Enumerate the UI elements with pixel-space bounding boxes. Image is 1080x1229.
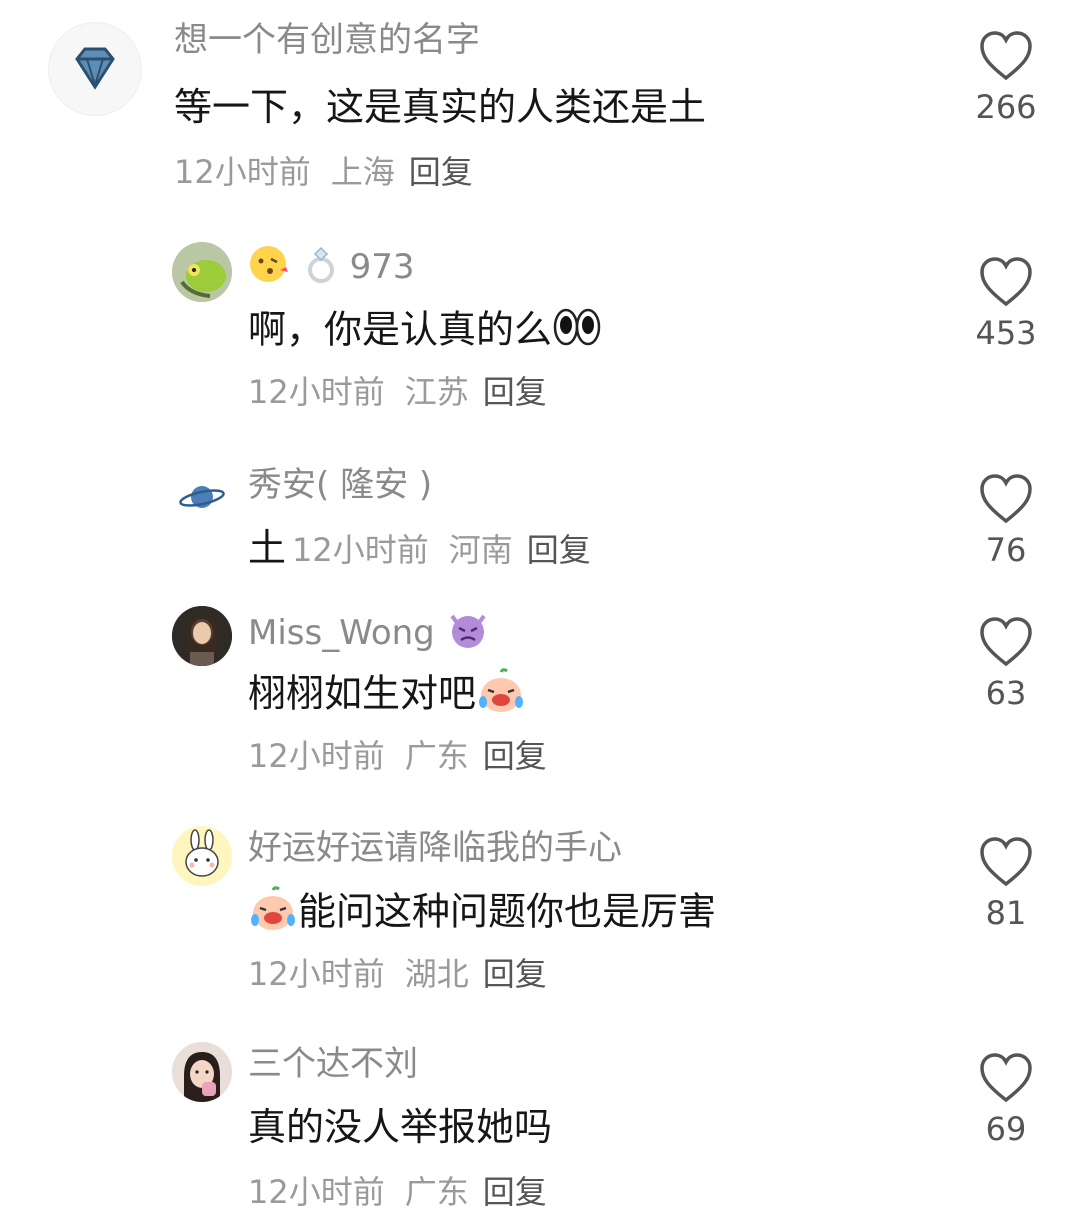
comment-time: 12小时前	[292, 531, 429, 569]
like-count: 453	[975, 314, 1037, 352]
girl-avatar	[172, 1042, 232, 1102]
comment-item: 好运好运请降临我的手心 能问这种问题你也是厉害 12小时前 湖北 回复 81	[0, 820, 1080, 1010]
comment-text-row: 土 12小时前 河南 回复	[248, 525, 591, 571]
comment-item: 想一个有创意的名字 等一下，这是真实的人类还是土 12小时前 上海 回复 266	[0, 0, 1080, 200]
heart-icon	[980, 31, 1032, 81]
comment-item: 三个达不刘 真的没人举报她吗 12小时前 广东 回复 69	[0, 1036, 1080, 1229]
planet-icon	[179, 486, 225, 508]
comment-item: Miss_Wong 栩栩如生对吧 12小时前 广东 回复 63	[0, 600, 1080, 790]
comment-time: 12小时前	[248, 1173, 385, 1211]
avatar[interactable]	[172, 465, 232, 525]
comment-time: 12小时前	[174, 153, 311, 191]
avatar[interactable]	[172, 826, 232, 886]
comment-text-content: 栩栩如生对吧	[248, 671, 477, 716]
comment-item: 秀安( 隆安 ) 土 12小时前 河南 回复 76	[0, 455, 1080, 585]
avatar[interactable]	[48, 22, 142, 116]
like-count: 63	[985, 674, 1027, 712]
like-button[interactable]: 63	[970, 616, 1042, 712]
avatar[interactable]	[172, 1042, 232, 1102]
comment-meta: 12小时前 广东 回复	[248, 736, 547, 776]
comment-username[interactable]: 三个达不刘	[248, 1044, 418, 1084]
comment-username[interactable]: Miss_Wong	[248, 610, 490, 659]
comment-item: 973 啊，你是认真的么 12小时前 江苏 回复 453	[0, 230, 1080, 420]
comment-meta: 12小时前 广东 回复	[248, 1172, 547, 1212]
heart-icon	[980, 257, 1032, 307]
ring-emoji	[303, 244, 339, 293]
reply-button[interactable]: 回复	[527, 531, 591, 569]
comment-text: 土	[248, 526, 287, 570]
heart-icon	[980, 617, 1032, 667]
crying-laughing-emoji	[476, 668, 526, 724]
crying-laughing-emoji	[248, 886, 298, 942]
reply-button[interactable]: 回复	[409, 153, 473, 191]
comment-text-content: 啊，你是认真的么	[248, 307, 553, 352]
comment-text: 能问这种问题你也是厉害	[248, 886, 716, 942]
comment-location: 江苏	[404, 373, 469, 411]
comment-time: 12小时前	[248, 373, 385, 411]
comment-username[interactable]: 973	[248, 244, 415, 293]
angry-devil-emoji	[446, 610, 490, 659]
comment-text: 啊，你是认真的么	[248, 306, 602, 358]
comment-location: 广东	[404, 1173, 469, 1211]
comment-text-content: 能问这种问题你也是厉害	[298, 889, 717, 934]
like-count: 81	[985, 894, 1027, 932]
reply-button[interactable]: 回复	[483, 737, 547, 775]
like-count: 266	[975, 88, 1037, 126]
avatar[interactable]	[172, 242, 232, 302]
like-button[interactable]: 69	[970, 1052, 1042, 1148]
comment-location: 湖北	[404, 955, 469, 993]
comment-text: 真的没人举报她吗	[248, 1105, 553, 1149]
diamond-icon	[75, 47, 115, 90]
reply-button[interactable]: 回复	[483, 955, 547, 993]
comment-location: 河南	[448, 531, 513, 569]
like-button[interactable]: 76	[970, 473, 1042, 569]
heart-icon	[980, 837, 1032, 887]
like-count: 69	[985, 1110, 1027, 1148]
comment-meta: 12小时前 湖北 回复	[248, 954, 547, 994]
kissing-face-emoji	[248, 244, 292, 293]
comment-location: 上海	[330, 153, 395, 191]
bunny-avatar	[172, 826, 232, 886]
heart-icon	[980, 1053, 1032, 1103]
comment-username[interactable]: 想一个有创意的名字	[174, 20, 480, 60]
username-text: Miss_Wong	[248, 613, 435, 653]
like-button[interactable]: 453	[970, 256, 1042, 352]
reply-button[interactable]: 回复	[483, 373, 547, 411]
avatar[interactable]	[172, 606, 232, 666]
parrot-avatar	[172, 242, 232, 302]
comment-meta: 12小时前 上海 回复	[174, 152, 473, 192]
comment-time: 12小时前	[248, 955, 385, 993]
comment-username[interactable]: 秀安( 隆安 )	[248, 465, 432, 505]
reply-button[interactable]: 回复	[483, 1173, 547, 1211]
comment-time: 12小时前	[248, 737, 385, 775]
comment-text: 栩栩如生对吧	[248, 668, 526, 724]
comment-text: 等一下，这是真实的人类还是土	[174, 85, 707, 129]
comment-meta: 12小时前 河南 回复	[292, 531, 591, 569]
comment-username[interactable]: 好运好运请降临我的手心	[248, 828, 622, 868]
username-text: 973	[349, 247, 415, 287]
portrait-avatar	[172, 606, 232, 666]
comment-meta: 12小时前 江苏 回复	[248, 372, 547, 412]
like-button[interactable]: 266	[970, 30, 1042, 126]
eyes-emoji	[552, 306, 602, 358]
like-count: 76	[985, 531, 1027, 569]
comment-location: 广东	[404, 737, 469, 775]
heart-icon	[980, 474, 1032, 524]
like-button[interactable]: 81	[970, 836, 1042, 932]
